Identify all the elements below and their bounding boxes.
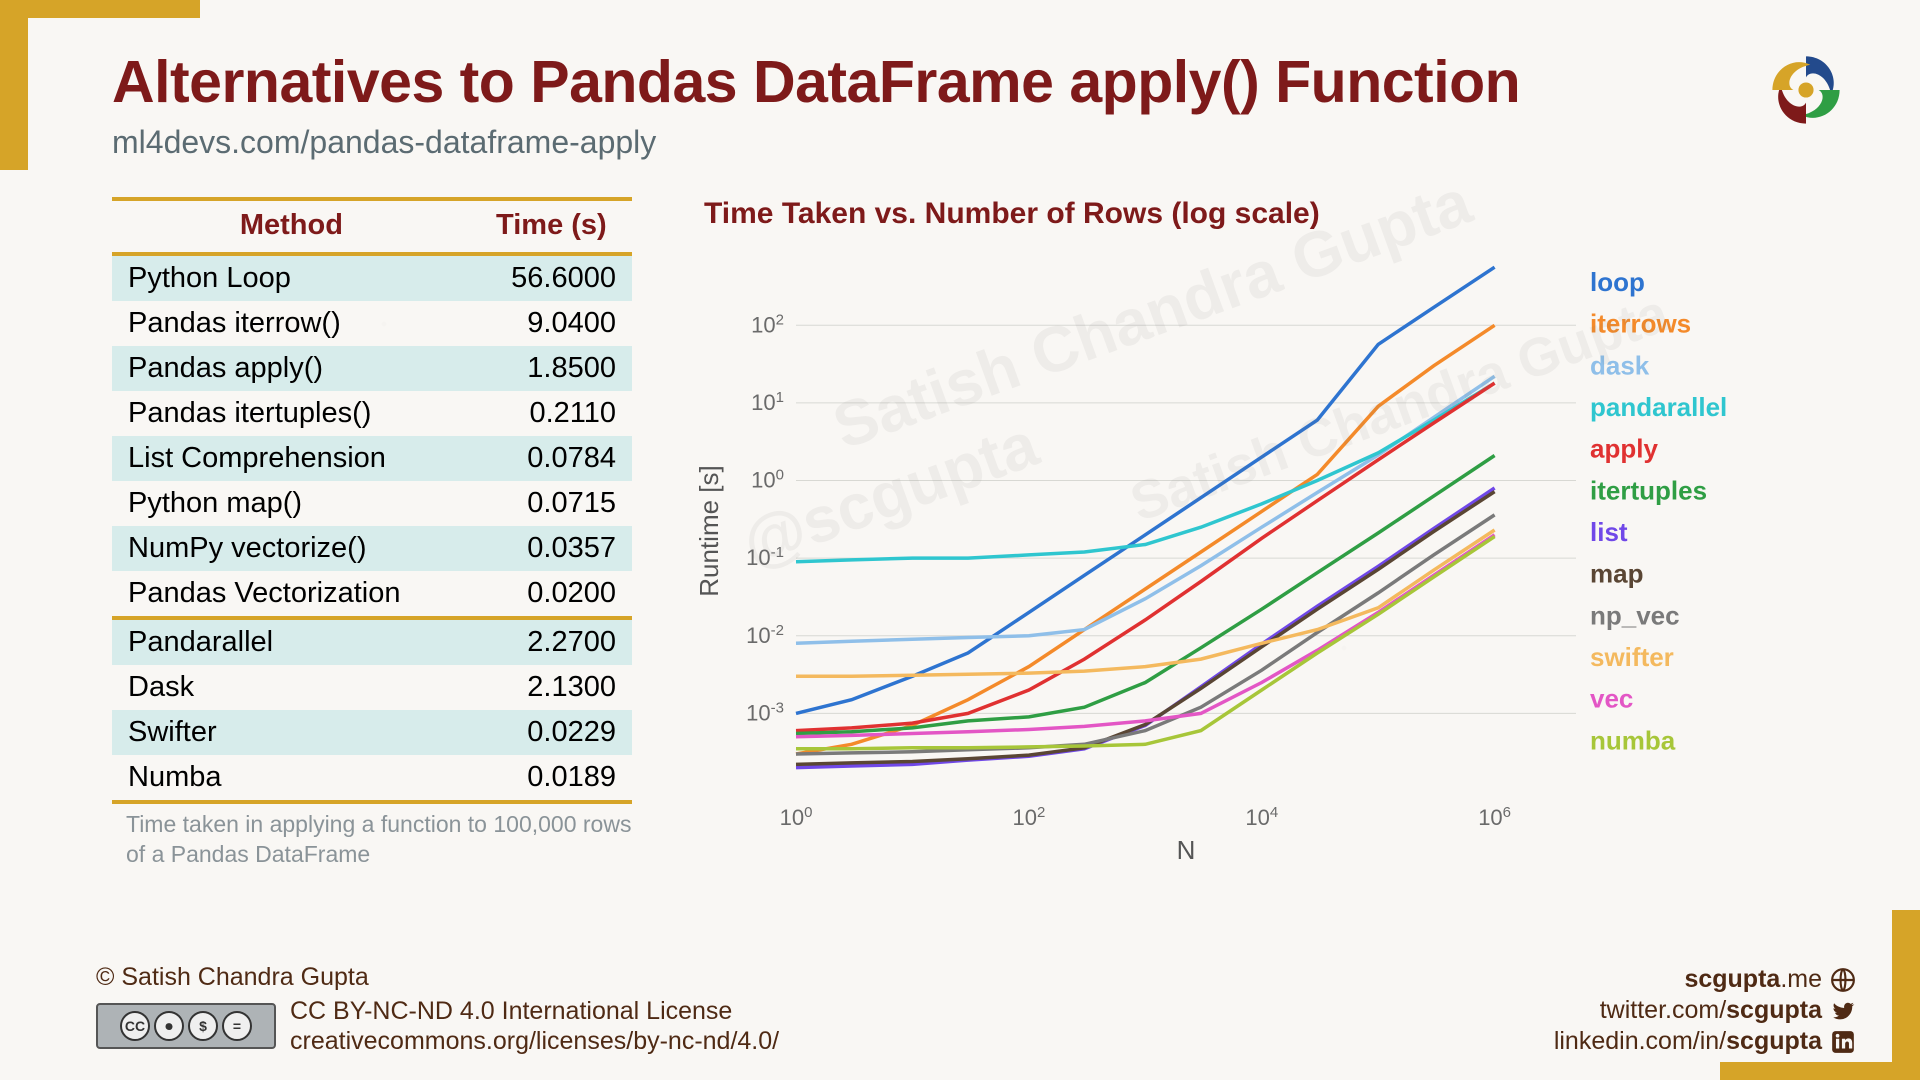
legend-np_vec: np_vec	[1590, 600, 1680, 630]
twitter-link: scgupta	[1726, 996, 1822, 1024]
methods-table-wrap: Method Time (s) Python Loop56.6000Pandas…	[112, 197, 632, 876]
chart-wrap: Time Taken vs. Number of Rows (log scale…	[696, 197, 1824, 876]
table-cell-time: 2.1300	[471, 665, 632, 710]
table-cell-time: 0.0189	[471, 755, 632, 802]
svg-text:100: 100	[780, 804, 813, 831]
legend-vec: vec	[1590, 684, 1633, 714]
table-caption: Time taken in applying a function to 100…	[112, 810, 632, 870]
table-cell-method: Pandas itertuples()	[112, 391, 471, 436]
table-cell-method: Pandas iterrow()	[112, 301, 471, 346]
table-cell-method: List Comprehension	[112, 436, 471, 481]
table-cell-method: Pandarallel	[112, 618, 471, 665]
legend-map: map	[1590, 559, 1643, 589]
table-cell-method: Python Loop	[112, 254, 471, 301]
legend-list: list	[1590, 517, 1628, 547]
series-loop	[796, 267, 1495, 713]
table-cell-method: Pandas apply()	[112, 346, 471, 391]
svg-text:102: 102	[1012, 804, 1045, 831]
copyright: © Satish Chandra Gupta	[96, 963, 779, 992]
table-cell-time: 0.0715	[471, 481, 632, 526]
methods-table: Method Time (s) Python Loop56.6000Pandas…	[112, 197, 632, 804]
col-time: Time (s)	[471, 199, 632, 254]
svg-text:10-1: 10-1	[746, 544, 784, 571]
legend-iterrows: iterrows	[1590, 309, 1691, 339]
svg-text:101: 101	[751, 388, 784, 415]
legend-swifter: swifter	[1590, 642, 1674, 672]
table-cell-method: Python map()	[112, 481, 471, 526]
linkedin-link: scgupta	[1726, 1027, 1822, 1055]
license-name: CC BY-NC-ND 4.0 International License	[290, 996, 779, 1026]
table-cell-method: Dask	[112, 665, 471, 710]
table-cell-time: 0.0200	[471, 571, 632, 618]
chart-title: Time Taken vs. Number of Rows (log scale…	[704, 197, 1824, 231]
legend-itertuples: itertuples	[1590, 475, 1707, 505]
legend-apply: apply	[1590, 434, 1658, 464]
table-cell-method: Pandas Vectorization	[112, 571, 471, 618]
footer-right: scgupta.me twitter.com/scgupta linkedin.…	[1554, 965, 1856, 1056]
table-cell-time: 1.8500	[471, 346, 632, 391]
globe-icon	[1830, 967, 1856, 993]
col-method: Method	[112, 199, 471, 254]
cc-badge-icon: CC⏺$=	[96, 1003, 276, 1049]
svg-text:10-3: 10-3	[746, 699, 784, 726]
series-np_vec	[796, 515, 1495, 754]
svg-text:10-2: 10-2	[746, 621, 784, 648]
runtime-chart: 10-3 10-2 10-1 100 101 102 100 102 104 106 N Runtim…	[696, 251, 1824, 871]
legend-loop: loop	[1590, 267, 1645, 297]
linkedin-icon	[1830, 1029, 1856, 1055]
svg-text:Runtime [s]: Runtime [s]	[696, 465, 724, 597]
series-itertuples	[796, 456, 1495, 734]
table-cell-time: 0.0229	[471, 710, 632, 755]
svg-text:104: 104	[1245, 804, 1278, 831]
table-cell-time: 0.0784	[471, 436, 632, 481]
table-cell-method: Swifter	[112, 710, 471, 755]
license-url: creativecommons.org/licenses/by-nc-nd/4.…	[290, 1026, 779, 1056]
table-cell-time: 0.0357	[471, 526, 632, 571]
table-cell-time: 0.2110	[471, 391, 632, 436]
table-cell-time: 9.0400	[471, 301, 632, 346]
svg-text:106: 106	[1478, 804, 1511, 831]
series-iterrows	[796, 325, 1495, 754]
site-link: scgupta	[1684, 965, 1780, 993]
twitter-icon	[1830, 998, 1856, 1024]
table-cell-method: NumPy vectorize()	[112, 526, 471, 571]
page-subtitle: ml4devs.com/pandas-dataframe-apply	[112, 124, 1824, 161]
legend-numba: numba	[1590, 725, 1676, 755]
footer-left: © Satish Chandra Gupta CC⏺$= CC BY-NC-ND…	[96, 963, 779, 1056]
svg-text:102: 102	[751, 311, 784, 338]
page-title: Alternatives to Pandas DataFrame apply()…	[112, 48, 1824, 116]
table-cell-time: 56.6000	[471, 254, 632, 301]
svg-text:100: 100	[751, 466, 784, 493]
svg-text:N: N	[1177, 835, 1196, 865]
table-cell-method: Numba	[112, 755, 471, 802]
legend-pandarallel: pandarallel	[1590, 392, 1727, 422]
series-numba	[796, 537, 1495, 749]
legend-dask: dask	[1590, 350, 1650, 380]
table-cell-time: 2.2700	[471, 618, 632, 665]
